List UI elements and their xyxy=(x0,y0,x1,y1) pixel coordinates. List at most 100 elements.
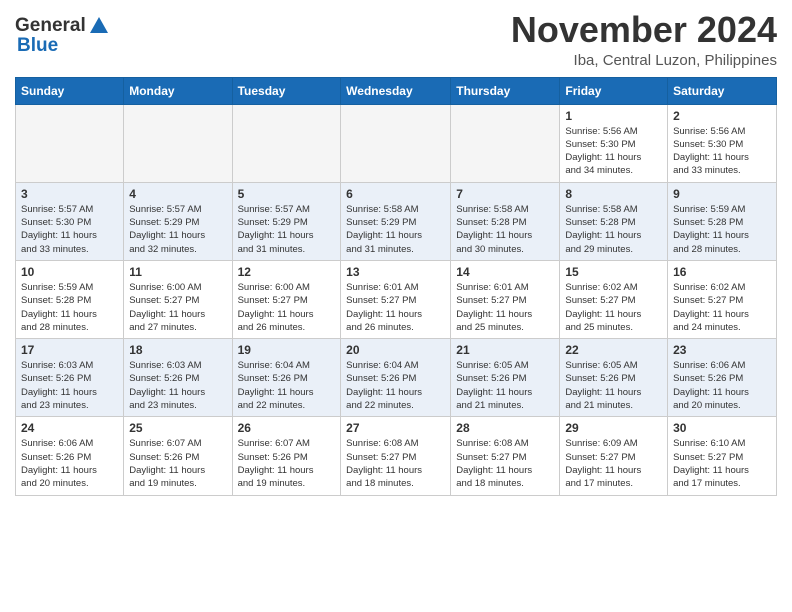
page: General Blue November 2024 Iba, Central … xyxy=(0,0,792,511)
day-info: Sunrise: 5:58 AM Sunset: 5:28 PM Dayligh… xyxy=(456,203,554,256)
day-number: 3 xyxy=(21,187,118,201)
calendar-cell: 29 Sunrise: 6:09 AM Sunset: 5:27 PM Dayli… xyxy=(560,417,668,495)
day-info: Sunrise: 6:01 AM Sunset: 5:27 PM Dayligh… xyxy=(346,281,445,334)
day-number: 26 xyxy=(238,421,336,435)
calendar-cell: 23 Sunrise: 6:06 AM Sunset: 5:26 PM Dayli… xyxy=(668,339,777,417)
day-info: Sunrise: 6:04 AM Sunset: 5:26 PM Dayligh… xyxy=(238,359,336,412)
calendar-cell xyxy=(341,104,451,182)
calendar-cell: 20Sunrise: 6:04 AM Sunset: 5:26 PM Dayli… xyxy=(341,339,451,417)
calendar-cell: 4 Sunrise: 5:57 AM Sunset: 5:29 PM Daylig… xyxy=(124,182,232,260)
day-number: 25 xyxy=(129,421,226,435)
calendar-cell xyxy=(124,104,232,182)
calendar-cell: 2 Sunrise: 5:56 AM Sunset: 5:30 PM Daylig… xyxy=(668,104,777,182)
calendar-cell xyxy=(232,104,341,182)
day-number: 21 xyxy=(456,343,554,357)
day-number: 11 xyxy=(129,265,226,279)
day-info: Sunrise: 6:05 AM Sunset: 5:26 PM Dayligh… xyxy=(565,359,662,412)
day-number: 29 xyxy=(565,421,662,435)
calendar-cell: 6Sunrise: 5:58 AM Sunset: 5:29 PM Daylig… xyxy=(341,182,451,260)
day-info: Sunrise: 6:05 AM Sunset: 5:26 PM Dayligh… xyxy=(456,359,554,412)
day-info: Sunrise: 6:08 AM Sunset: 5:27 PM Dayligh… xyxy=(346,437,445,490)
calendar-cell xyxy=(451,104,560,182)
calendar-cell: 19Sunrise: 6:04 AM Sunset: 5:26 PM Dayli… xyxy=(232,339,341,417)
calendar-cell: 25 Sunrise: 6:07 AM Sunset: 5:26 PM Dayli… xyxy=(124,417,232,495)
day-info: Sunrise: 6:09 AM Sunset: 5:27 PM Dayligh… xyxy=(565,437,662,490)
calendar-cell: 10 Sunrise: 5:59 AM Sunset: 5:28 PM Dayli… xyxy=(16,260,124,338)
day-number: 8 xyxy=(565,187,662,201)
day-number: 10 xyxy=(21,265,118,279)
logo-general: General xyxy=(15,15,86,37)
calendar-week-row: 17 Sunrise: 6:03 AM Sunset: 5:26 PM Dayli… xyxy=(16,339,777,417)
day-info: Sunrise: 6:02 AM Sunset: 5:27 PM Dayligh… xyxy=(565,281,662,334)
day-number: 7 xyxy=(456,187,554,201)
calendar-cell: 8 Sunrise: 5:58 AM Sunset: 5:28 PM Daylig… xyxy=(560,182,668,260)
day-number: 30 xyxy=(673,421,771,435)
day-info: Sunrise: 5:58 AM Sunset: 5:29 PM Dayligh… xyxy=(346,203,445,256)
calendar-cell: 3Sunrise: 5:57 AM Sunset: 5:30 PM Daylig… xyxy=(16,182,124,260)
calendar-cell: 21 Sunrise: 6:05 AM Sunset: 5:26 PM Dayli… xyxy=(451,339,560,417)
day-info: Sunrise: 6:01 AM Sunset: 5:27 PM Dayligh… xyxy=(456,281,554,334)
header: General Blue November 2024 Iba, Central … xyxy=(15,10,777,69)
calendar-cell: 9Sunrise: 5:59 AM Sunset: 5:28 PM Daylig… xyxy=(668,182,777,260)
calendar-cell: 22Sunrise: 6:05 AM Sunset: 5:26 PM Dayli… xyxy=(560,339,668,417)
day-number: 15 xyxy=(565,265,662,279)
calendar-week-row: 24 Sunrise: 6:06 AM Sunset: 5:26 PM Dayli… xyxy=(16,417,777,495)
weekday-header: Tuesday xyxy=(232,77,341,104)
logo: General Blue xyxy=(15,10,110,57)
calendar-cell xyxy=(16,104,124,182)
day-info: Sunrise: 6:06 AM Sunset: 5:26 PM Dayligh… xyxy=(673,359,771,412)
calendar-cell: 13 Sunrise: 6:01 AM Sunset: 5:27 PM Dayli… xyxy=(341,260,451,338)
month-title: November 2024 xyxy=(511,10,777,50)
weekday-header: Sunday xyxy=(16,77,124,104)
day-info: Sunrise: 6:07 AM Sunset: 5:26 PM Dayligh… xyxy=(129,437,226,490)
day-info: Sunrise: 5:59 AM Sunset: 5:28 PM Dayligh… xyxy=(21,281,118,334)
day-number: 23 xyxy=(673,343,771,357)
calendar-table: SundayMondayTuesdayWednesdayThursdayFrid… xyxy=(15,77,777,496)
calendar-cell: 5 Sunrise: 5:57 AM Sunset: 5:29 PM Daylig… xyxy=(232,182,341,260)
weekday-header: Thursday xyxy=(451,77,560,104)
day-number: 12 xyxy=(238,265,336,279)
weekday-header: Monday xyxy=(124,77,232,104)
day-number: 13 xyxy=(346,265,445,279)
title-area: November 2024 Iba, Central Luzon, Philip… xyxy=(511,10,777,69)
day-number: 4 xyxy=(129,187,226,201)
calendar-cell: 17Sunrise: 6:03 AM Sunset: 5:26 PM Dayli… xyxy=(16,339,124,417)
day-info: Sunrise: 5:56 AM Sunset: 5:30 PM Dayligh… xyxy=(673,125,771,178)
calendar-week-row: 1 Sunrise: 5:56 AM Sunset: 5:30 PM Daylig… xyxy=(16,104,777,182)
calendar-cell: 16Sunrise: 6:02 AM Sunset: 5:27 PM Dayli… xyxy=(668,260,777,338)
day-number: 16 xyxy=(673,265,771,279)
day-info: Sunrise: 5:57 AM Sunset: 5:29 PM Dayligh… xyxy=(238,203,336,256)
calendar-cell: 18 Sunrise: 6:03 AM Sunset: 5:26 PM Dayli… xyxy=(124,339,232,417)
logo-icon xyxy=(88,15,110,37)
location: Iba, Central Luzon, Philippines xyxy=(511,52,777,69)
day-info: Sunrise: 6:00 AM Sunset: 5:27 PM Dayligh… xyxy=(238,281,336,334)
day-number: 14 xyxy=(456,265,554,279)
day-info: Sunrise: 6:04 AM Sunset: 5:26 PM Dayligh… xyxy=(346,359,445,412)
day-info: Sunrise: 6:00 AM Sunset: 5:27 PM Dayligh… xyxy=(129,281,226,334)
day-info: Sunrise: 6:06 AM Sunset: 5:26 PM Dayligh… xyxy=(21,437,118,490)
day-number: 18 xyxy=(129,343,226,357)
calendar-cell: 15 Sunrise: 6:02 AM Sunset: 5:27 PM Dayli… xyxy=(560,260,668,338)
calendar-cell: 27 Sunrise: 6:08 AM Sunset: 5:27 PM Dayli… xyxy=(341,417,451,495)
day-number: 9 xyxy=(673,187,771,201)
day-info: Sunrise: 5:56 AM Sunset: 5:30 PM Dayligh… xyxy=(565,125,662,178)
weekday-header: Wednesday xyxy=(341,77,451,104)
calendar-cell: 24 Sunrise: 6:06 AM Sunset: 5:26 PM Dayli… xyxy=(16,417,124,495)
day-number: 1 xyxy=(565,109,662,123)
calendar-header-row: SundayMondayTuesdayWednesdayThursdayFrid… xyxy=(16,77,777,104)
day-number: 27 xyxy=(346,421,445,435)
day-number: 24 xyxy=(21,421,118,435)
calendar-cell: 30Sunrise: 6:10 AM Sunset: 5:27 PM Dayli… xyxy=(668,417,777,495)
day-info: Sunrise: 5:58 AM Sunset: 5:28 PM Dayligh… xyxy=(565,203,662,256)
calendar-cell: 14 Sunrise: 6:01 AM Sunset: 5:27 PM Dayli… xyxy=(451,260,560,338)
calendar-cell: 26 Sunrise: 6:07 AM Sunset: 5:26 PM Dayli… xyxy=(232,417,341,495)
day-info: Sunrise: 6:03 AM Sunset: 5:26 PM Dayligh… xyxy=(129,359,226,412)
day-number: 17 xyxy=(21,343,118,357)
calendar-cell: 7 Sunrise: 5:58 AM Sunset: 5:28 PM Daylig… xyxy=(451,182,560,260)
calendar-cell: 28Sunrise: 6:08 AM Sunset: 5:27 PM Dayli… xyxy=(451,417,560,495)
day-info: Sunrise: 5:57 AM Sunset: 5:29 PM Dayligh… xyxy=(129,203,226,256)
day-number: 2 xyxy=(673,109,771,123)
day-number: 5 xyxy=(238,187,336,201)
weekday-header: Friday xyxy=(560,77,668,104)
day-info: Sunrise: 6:07 AM Sunset: 5:26 PM Dayligh… xyxy=(238,437,336,490)
